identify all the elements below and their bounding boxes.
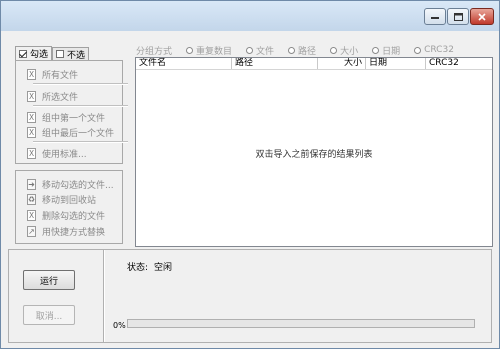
title-bar xyxy=(1,1,499,31)
selection-tabs: 勾选 不选 xyxy=(15,46,90,61)
checkbox-x-icon: X xyxy=(27,127,36,138)
action-replace-shortcut[interactable]: ↗ 用快捷方式替换 xyxy=(27,225,105,238)
radio-icon xyxy=(246,46,254,54)
action-label: 移动到回收站 xyxy=(42,196,97,206)
tab-uncheck-label: 不选 xyxy=(67,50,86,61)
column-header-crc32[interactable]: CRC32 xyxy=(426,58,492,69)
column-header-path[interactable]: 路径 xyxy=(232,58,318,69)
menu-item-all-files[interactable]: X 所有文件 xyxy=(27,68,78,81)
group-options-row: 分组方式 重复数目 文件 路径 大小 日期 CRC32 xyxy=(136,44,496,56)
results-header: 文件名 路径 大小 日期 CRC32 xyxy=(136,58,492,70)
menu-item-label: 组中第一个文件 xyxy=(42,114,106,124)
menu-item-use-criteria[interactable]: X 使用标准... xyxy=(27,147,87,160)
action-menu-panel: ➜ 移动勾选的文件... ♻ 移动到回收站 X 删除勾选的文件 ↗ 用快捷方式替… xyxy=(15,170,123,244)
option-crc32[interactable]: CRC32 xyxy=(414,44,454,56)
checkbox-x-icon: X xyxy=(27,91,36,102)
close-icon xyxy=(478,12,486,21)
progress-percent: 0% xyxy=(113,321,126,330)
option-file[interactable]: 文件 xyxy=(246,44,274,56)
status-value: 空闲 xyxy=(154,263,173,273)
radio-icon xyxy=(288,46,296,54)
minimize-button[interactable] xyxy=(424,8,446,25)
menu-item-label: 所有文件 xyxy=(42,71,79,81)
bottom-divider xyxy=(103,250,105,342)
action-move-checked[interactable]: ➜ 移动勾选的文件... xyxy=(27,178,114,191)
maximize-icon xyxy=(453,12,463,21)
minimize-icon xyxy=(431,16,439,19)
empty-list-hint: 双击导入之前保存的结果列表 xyxy=(255,150,373,160)
action-delete-checked[interactable]: X 删除勾选的文件 xyxy=(27,209,105,222)
menu-item-label: 使用标准... xyxy=(42,150,87,160)
column-header-size[interactable]: 大小 xyxy=(318,58,366,69)
menu-item-label: 组中最后一个文件 xyxy=(42,129,115,139)
action-label: 移动勾选的文件... xyxy=(42,181,114,191)
checkbox-checked-icon xyxy=(19,49,27,58)
column-header-filename[interactable]: 文件名 xyxy=(136,58,232,69)
tab-uncheck[interactable]: 不选 xyxy=(52,47,90,61)
progress-bar xyxy=(127,319,475,328)
recycle-bin-icon: ♻ xyxy=(27,194,36,205)
checkbox-x-icon: X xyxy=(27,112,36,123)
group-by-label: 分组方式 xyxy=(136,46,173,57)
radio-icon xyxy=(330,46,338,54)
action-recycle-bin[interactable]: ♻ 移动到回收站 xyxy=(27,193,96,206)
menu-divider xyxy=(33,105,128,107)
action-label: 删除勾选的文件 xyxy=(42,212,106,222)
tab-check-label: 勾选 xyxy=(30,50,49,60)
menu-item-selected-files[interactable]: X 所选文件 xyxy=(27,90,78,103)
checkbox-x-icon: X xyxy=(27,148,36,159)
menu-item-first-in-group[interactable]: X 组中第一个文件 xyxy=(27,111,105,124)
maximize-button[interactable] xyxy=(447,8,469,25)
results-list[interactable]: 文件名 路径 大小 日期 CRC32 双击导入之前保存的结果列表 xyxy=(135,57,493,247)
bottom-panel: 运行 取消... 状态: 空闲 0% xyxy=(8,249,492,343)
menu-divider xyxy=(33,83,128,85)
cancel-button[interactable]: 取消... xyxy=(23,305,75,325)
column-header-date[interactable]: 日期 xyxy=(366,58,426,69)
app-window: 勾选 不选 X 所有文件 X 所选文件 X 组中第一个文件 X 组中最后一个文件… xyxy=(0,0,500,349)
select-menu-panel: X 所有文件 X 所选文件 X 组中第一个文件 X 组中最后一个文件 X 使用标… xyxy=(15,60,128,164)
tab-check[interactable]: 勾选 xyxy=(15,46,53,60)
menu-divider xyxy=(33,141,128,143)
shortcut-icon: ↗ xyxy=(27,226,36,237)
option-path[interactable]: 路径 xyxy=(288,44,316,56)
menu-item-label: 所选文件 xyxy=(42,93,79,103)
status-label: 状态: xyxy=(127,263,149,273)
option-size[interactable]: 大小 xyxy=(330,44,358,56)
radio-icon xyxy=(414,46,422,54)
radio-icon xyxy=(372,46,380,54)
checkbox-empty-icon xyxy=(56,50,65,58)
checkbox-x-icon: X xyxy=(27,69,36,80)
run-button[interactable]: 运行 xyxy=(23,270,75,290)
close-button[interactable] xyxy=(470,8,494,25)
option-date[interactable]: 日期 xyxy=(372,44,400,56)
radio-icon xyxy=(186,46,194,54)
menu-item-last-in-group[interactable]: X 组中最后一个文件 xyxy=(27,126,114,139)
action-label: 用快捷方式替换 xyxy=(42,228,106,238)
client-area: 勾选 不选 X 所有文件 X 所选文件 X 组中第一个文件 X 组中最后一个文件… xyxy=(8,31,493,343)
move-file-icon: ➜ xyxy=(27,179,36,190)
option-duplicate-count[interactable]: 重复数目 xyxy=(186,44,232,56)
status-line: 状态: 空闲 xyxy=(127,260,172,273)
delete-file-icon: X xyxy=(27,210,36,221)
